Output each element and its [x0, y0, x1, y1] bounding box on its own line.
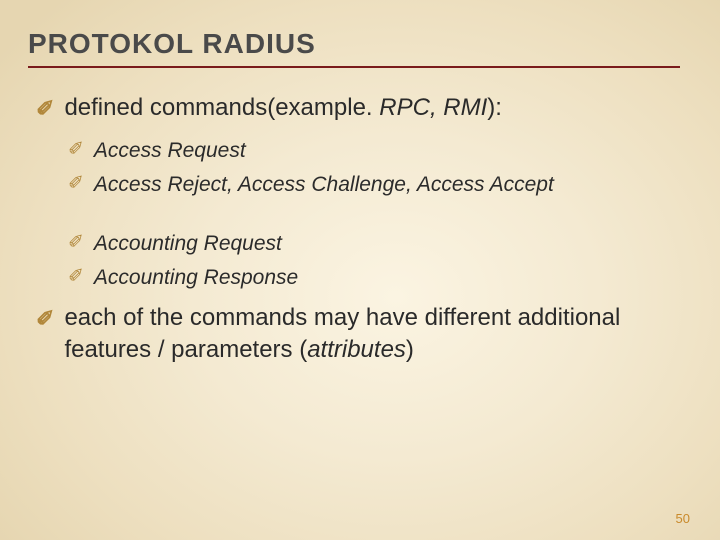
title-block: PROTOKOL RADIUS: [28, 28, 680, 68]
text: Accounting Request: [94, 229, 282, 258]
bullet-icon: ✐: [68, 264, 84, 291]
slide-content: ✐ defined commands(example. RPC, RMI): ✐…: [28, 68, 680, 367]
text: Access Request: [94, 136, 246, 165]
bullet-icon: ✐: [36, 94, 54, 124]
sub-accounting-response: ✐ Accounting Response: [28, 263, 680, 292]
bullet-icon: ✐: [36, 304, 54, 334]
point-defined-commands: ✐ defined commands(example. RPC, RMI):: [28, 92, 680, 124]
point-each-command: ✐ each of the commands may have differen…: [28, 302, 680, 367]
bullet-icon: ✐: [68, 230, 84, 257]
text: each of the commands may have different …: [64, 302, 680, 367]
bullet-icon: ✐: [68, 137, 84, 164]
sub-access-request: ✐ Access Request: [28, 136, 680, 165]
slide: PROTOKOL RADIUS ✐ defined commands(examp…: [0, 0, 720, 540]
slide-title: PROTOKOL RADIUS: [28, 28, 680, 66]
sub-accounting-request: ✐ Accounting Request: [28, 229, 680, 258]
page-number: 50: [676, 511, 690, 526]
bullet-icon: ✐: [68, 171, 84, 198]
text: Access Reject, Access Challenge, Access …: [94, 170, 554, 199]
sub-access-reject: ✐ Access Reject, Access Challenge, Acces…: [28, 170, 680, 199]
text: Accounting Response: [94, 263, 298, 292]
text: defined commands(example. RPC, RMI):: [64, 92, 502, 124]
